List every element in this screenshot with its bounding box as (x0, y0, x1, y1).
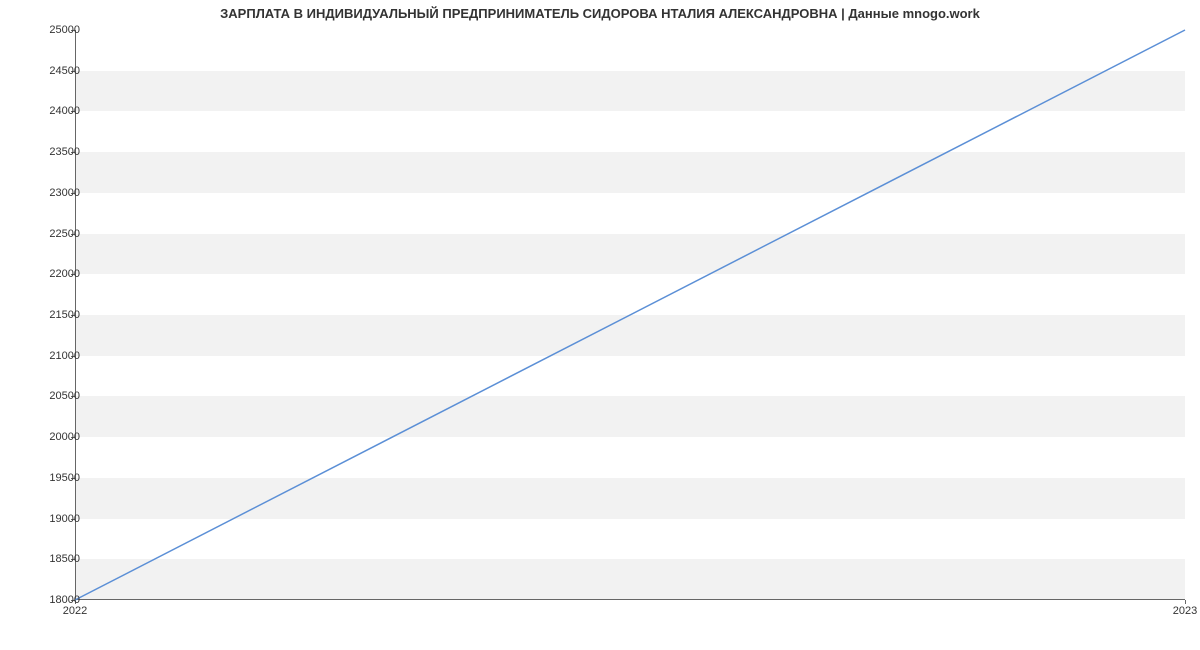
x-tick-label: 2022 (63, 605, 87, 617)
x-tick (1185, 600, 1186, 604)
y-tick-label: 22500 (20, 228, 80, 240)
y-tick-label: 21000 (20, 350, 80, 362)
y-tick-label: 25000 (20, 24, 80, 36)
y-tick-label: 23000 (20, 187, 80, 199)
y-tick-label: 21500 (20, 309, 80, 321)
x-tick-label: 2023 (1173, 605, 1197, 617)
y-tick-label: 20000 (20, 431, 80, 443)
line-series (75, 30, 1185, 600)
y-tick-label: 18500 (20, 553, 80, 565)
y-tick-label: 22000 (20, 268, 80, 280)
y-tick-label: 19500 (20, 472, 80, 484)
y-tick-label: 24500 (20, 65, 80, 77)
chart-container: ЗАРПЛАТА В ИНДИВИДУАЛЬНЫЙ ПРЕДПРИНИМАТЕЛ… (0, 0, 1200, 650)
y-tick-label: 24000 (20, 105, 80, 117)
y-tick-label: 19000 (20, 513, 80, 525)
plot-area (75, 30, 1185, 600)
y-tick-label: 23500 (20, 146, 80, 158)
chart-title: ЗАРПЛАТА В ИНДИВИДУАЛЬНЫЙ ПРЕДПРИНИМАТЕЛ… (0, 6, 1200, 21)
y-tick-label: 20500 (20, 390, 80, 402)
